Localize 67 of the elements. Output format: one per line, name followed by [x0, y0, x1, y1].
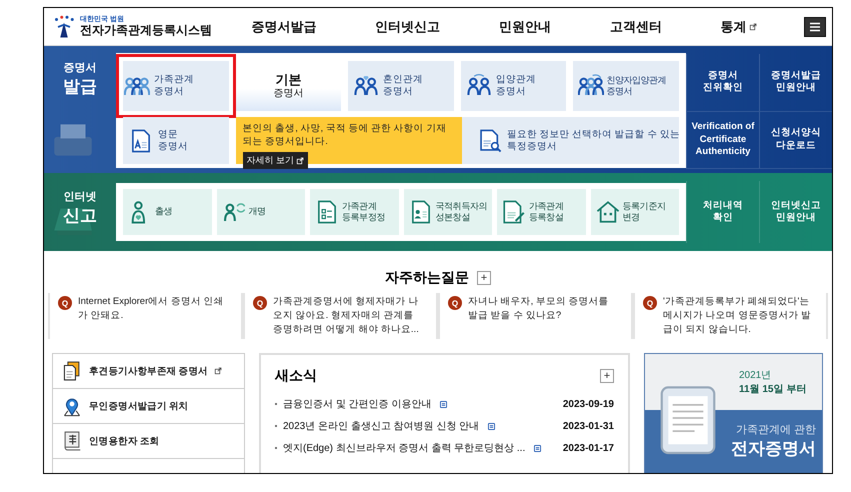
banner-year: 2021년	[739, 369, 772, 382]
external-link-icon	[214, 367, 222, 375]
nav-link[interactable]: 고객센터	[610, 18, 662, 36]
certificate-card[interactable]: 가족관계 증명서	[116, 54, 236, 118]
faq-link[interactable]: 자녀나 배우자, 부모의 증명서를 발급 받을 수 있나요?	[468, 295, 621, 335]
side-link[interactable]: 증명서발급 민원안내	[759, 54, 832, 112]
court-emblem-icon	[52, 14, 76, 38]
banner-title: 전자증명서	[731, 438, 816, 460]
menu-button[interactable]	[804, 16, 826, 36]
news-date: 2023-01-31	[562, 420, 614, 432]
attachment-icon	[487, 422, 496, 430]
report-card[interactable]: 국적취득자의 성본창설	[404, 189, 492, 235]
certificate-card[interactable]: 친양자입양관계 증명서	[573, 61, 679, 111]
report-card[interactable]: 개명	[216, 189, 305, 235]
nav-link[interactable]: 민원안내	[498, 18, 551, 36]
news-date: 2023-09-19	[562, 398, 614, 410]
news-link[interactable]: 금융인증서 및 간편인증 이용안내	[283, 397, 448, 411]
side-link[interactable]: 증명서 진위확인	[686, 54, 759, 112]
side-link[interactable]: 신청서양식 다운로드	[759, 112, 832, 169]
faq-link[interactable]: Internet Explorer에서 증명서 인쇄가 안돼요.	[78, 295, 231, 335]
question-badge: Q	[253, 296, 267, 310]
report-card[interactable]: 가족관계 등록창설	[497, 189, 586, 235]
site-title[interactable]: 전자가족관계등록시스템	[80, 24, 212, 37]
news-link[interactable]: 2023년 온라인 출생신고 참여병원 신청 안내	[283, 419, 496, 433]
section-title: 새소식	[275, 367, 317, 385]
external-link-icon	[748, 22, 757, 30]
side-link[interactable]: 인터넷신고 민원안내	[759, 181, 832, 243]
section-label: 인터넷	[64, 190, 96, 204]
banner-date: 11월 15일 부터	[739, 383, 806, 396]
nav-link[interactable]: 통계	[720, 18, 757, 36]
report-card[interactable]: 출생	[123, 189, 212, 235]
certificate-card[interactable]: 영문 증명서	[123, 117, 229, 164]
promo-banner[interactable]: 2021년 11월 15일 부터 가족관계에 관한 전자증명서	[644, 353, 823, 473]
quick-link[interactable]: 인명용한자 조회	[53, 424, 244, 459]
section-label: 신고	[63, 205, 97, 227]
side-link[interactable]: Verification of Certificate Authenticity	[686, 112, 759, 169]
faq-link[interactable]: '가족관계등록부가 폐쇄되었다'는 메시지가 나오며 영문증명서가 발급이 되지 않습니다.	[663, 295, 816, 335]
news-link[interactable]: 엣지(Edge) 최신브라우저 증명서 출력 무한로딩현상 ...	[283, 441, 542, 455]
certificate-card[interactable]: 입양관계 증명서	[460, 61, 566, 111]
house-icon	[594, 199, 620, 225]
attachment-icon	[533, 444, 542, 452]
quick-link[interactable]: 무인증명서발급기 위치	[53, 389, 244, 424]
nav-link[interactable]: 인터넷신고	[375, 18, 440, 36]
quick-link[interactable]: 후견등기사항부존재 증명서	[53, 354, 244, 389]
more-button[interactable]: +	[477, 271, 491, 285]
faq-link[interactable]: 가족관계증명서에 형제자매가 나오지 않아요. 형제자매의 관계를 증명하려면 어떻게 해야 하나요...	[273, 295, 426, 335]
banner-subtitle: 가족관계에 관한	[736, 423, 816, 437]
certificate-card[interactable]: 필요한 정보만 선택하여 발급할 수 있는 특정증명서	[460, 117, 679, 164]
external-link-icon	[296, 156, 304, 164]
certificate-tab[interactable]: 기본 증명서	[236, 61, 342, 111]
side-link[interactable]: 처리내역 확인	[686, 181, 759, 243]
attachment-icon	[439, 400, 448, 408]
section-label: 발급	[63, 76, 97, 98]
report-card[interactable]: 가족관계 등록부정정	[310, 189, 398, 235]
section-label: 증명서	[64, 61, 96, 75]
tooltip-text: 본인의 출생, 사망, 국적 등에 관한 사항이 기재되는 증명서입니다.	[242, 122, 448, 148]
more-button[interactable]: +	[600, 369, 614, 383]
question-badge: Q	[448, 296, 462, 310]
section-title: 자주하는질문	[385, 269, 469, 287]
news-date: 2023-01-17	[562, 442, 614, 454]
certificate-card[interactable]: 혼인관계 증명서	[348, 61, 454, 111]
question-badge: Q	[58, 296, 72, 310]
document-pen-icon	[501, 199, 527, 225]
nav-link[interactable]: 증명서발급	[251, 18, 316, 36]
report-card[interactable]: 등록기준지 변경	[590, 189, 679, 235]
details-button[interactable]: 자세히 보기	[242, 152, 308, 169]
question-badge: Q	[643, 296, 657, 310]
